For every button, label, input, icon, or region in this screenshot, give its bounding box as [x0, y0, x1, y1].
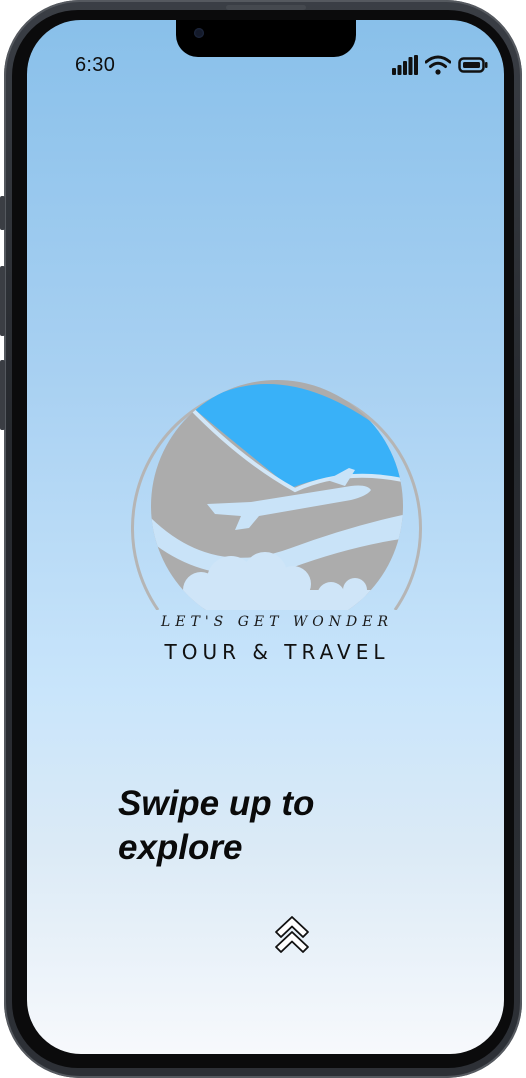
app-screen[interactable]: 6:30 LET'S GET WONDER TOUR & TRAVEL Swip…	[27, 20, 504, 1054]
status-time: 6:30	[75, 54, 116, 76]
mute-switch	[0, 196, 5, 230]
status-icons	[392, 54, 488, 76]
speaker-slot	[226, 5, 306, 10]
front-camera	[194, 28, 204, 38]
volume-down-button	[0, 360, 5, 430]
wifi-icon	[425, 55, 451, 75]
volume-up-button	[0, 266, 5, 336]
swipe-up-prompt: Swipe up to explore	[118, 782, 398, 870]
swipe-text-line2: explore	[118, 828, 243, 867]
swipe-text-line1: Swipe up to	[118, 784, 315, 823]
logo-brand-name: TOUR & TRAVEL	[164, 640, 390, 664]
phone-mockup: 6:30 LET'S GET WONDER TOUR & TRAVEL Swip…	[0, 0, 526, 1078]
battery-icon	[458, 57, 488, 73]
signal-icon	[392, 55, 418, 75]
notch	[176, 20, 356, 57]
double-chevron-up-icon[interactable]	[273, 910, 311, 956]
logo-tagline: LET'S GET WONDER	[160, 614, 394, 630]
tour-travel-logo	[131, 380, 422, 610]
